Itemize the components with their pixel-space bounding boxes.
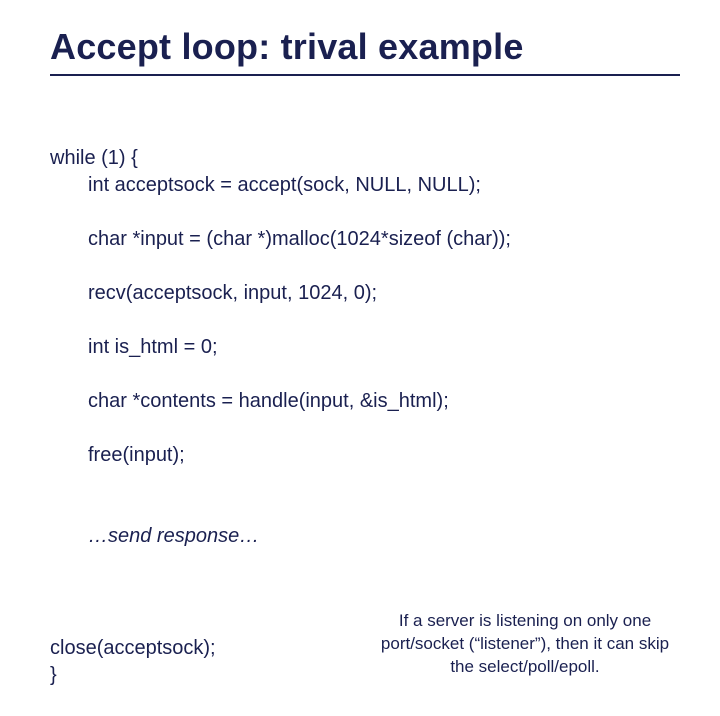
slide-title: Accept loop: trival example (50, 26, 680, 68)
code-line: char *input = (char *)malloc(1024*sizeof… (50, 226, 680, 253)
title-underline (50, 74, 680, 76)
code-line: } (50, 664, 57, 686)
slide: Accept loop: trival example while (1) { … (0, 0, 720, 540)
code-line: int acceptsock = accept(sock, NULL, NULL… (50, 172, 680, 199)
code-line: while (1) { (50, 147, 138, 169)
code-line: free(input); (50, 442, 680, 469)
code-line: close(acceptsock); (50, 637, 216, 659)
side-note: If a server is listening on only one por… (370, 608, 680, 679)
code-block: while (1) { int acceptsock = accept(sock… (50, 118, 680, 604)
bottom-row: close(acceptsock); } If a server is list… (50, 608, 680, 716)
code-comment: …send response… (50, 523, 680, 550)
code-line: int is_html = 0; (50, 334, 680, 361)
code-line: recv(acceptsock, input, 1024, 0); (50, 280, 680, 307)
code-line: char *contents = handle(input, &is_html)… (50, 388, 680, 415)
code-close-block: close(acceptsock); } (50, 608, 330, 716)
